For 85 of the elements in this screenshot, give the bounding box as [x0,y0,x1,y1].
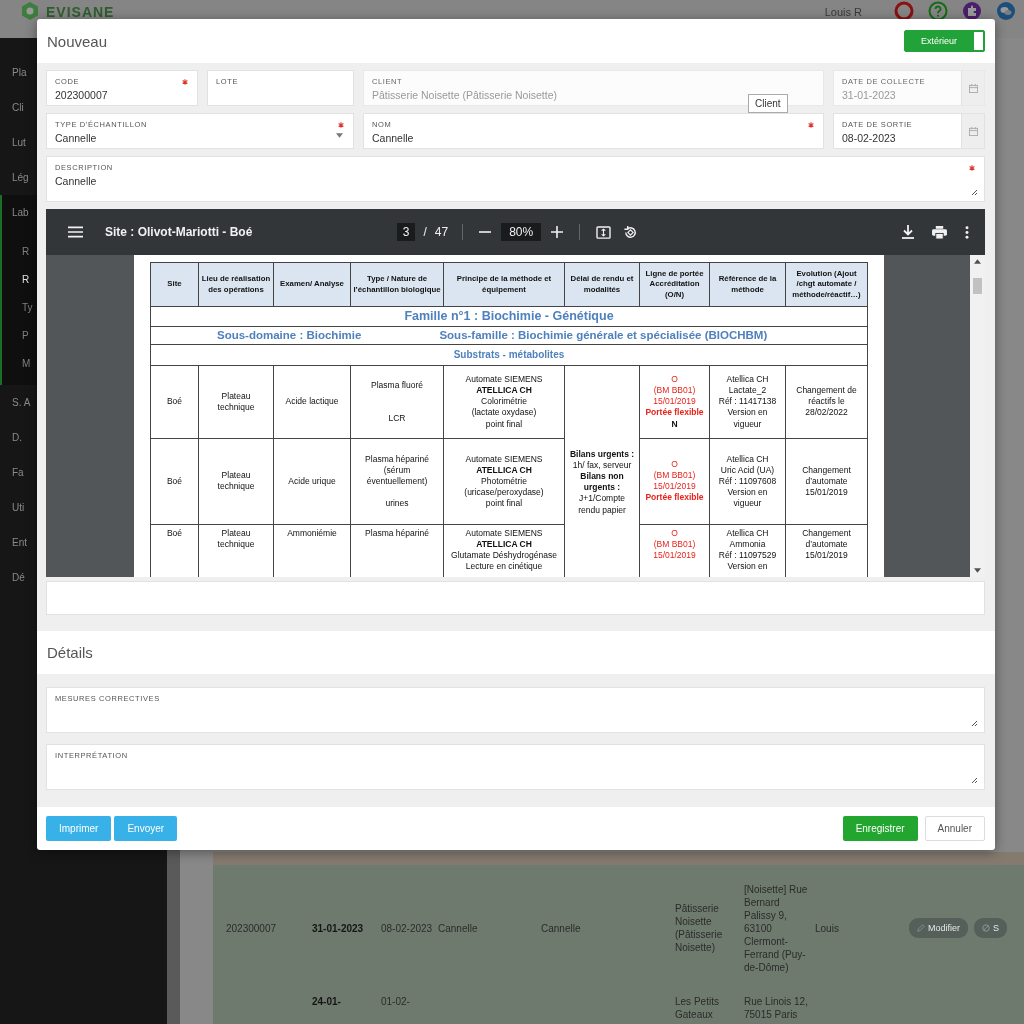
pencil-icon [917,924,925,932]
fit-page-button[interactable] [594,223,614,241]
field-value: 202300007 [55,89,109,101]
subdomain-heading: Sous-domaine : Biochimie [217,328,362,343]
zoom-in-button[interactable] [549,224,566,240]
table-cell: Boé [150,365,199,439]
field-value: Cannelle [55,132,98,144]
logo-icon [20,1,40,21]
table-cell-text: 202300007 [226,921,278,935]
resize-grip-icon [970,776,978,784]
table-cell: Changement de réactifs le 28/02/2022 [785,365,868,439]
table-cell-text: Cannelle [438,921,479,935]
resize-grip-icon [970,188,978,196]
more-icon [965,225,969,239]
table-cell-text: Rue Linois 12, 75015 Paris [744,995,809,1021]
rotate-icon [623,224,639,240]
table-cell: Acide lactique [273,365,351,439]
section-title: Détails [47,644,93,661]
table-cell: Boé [150,438,199,525]
table-cell: Plasma fluoré LCR [350,365,444,439]
page-separator: / [423,225,427,239]
table-cell: Changement d’automate 15/01/2019 [785,438,868,525]
table-cell: Atellica CH Uric Acid (UA) Réf : 11097608 Version en vigueur [709,438,786,525]
subdomain-heading: Sous-famille : Biochimie générale et spécialisée (BIOCHBM) [439,328,768,343]
chat-icon[interactable] [996,1,1016,21]
minus-icon [479,231,492,233]
table-cell-text: Cannelle [541,921,582,935]
menu-icon [68,226,83,238]
field-value: Pâtisserie Noisette (Pâtisserie Noisette) [372,89,558,101]
resize-grip-icon [970,719,978,727]
zoom-out-button[interactable] [477,229,494,235]
table-cell-text: Louis [815,921,840,935]
table-cell-text: 08-02-2023 [381,921,434,935]
plus-icon [551,226,564,238]
disable-button[interactable]: S [974,918,1008,938]
section-heading: Substrats - métabolites [453,349,565,361]
menu-button[interactable] [66,224,85,240]
table-cell-text: Pâtisserie Noisette (Pâtisserie Noisette) [675,902,724,954]
scroll-up-icon[interactable] [974,259,981,264]
field-value: 08-02-2023 [842,132,897,144]
download-icon [902,225,914,239]
logo-text: EVISANE [46,4,115,20]
scroll-thumb[interactable] [973,278,982,294]
table-cell: Acide urique [273,438,351,525]
table-cell: Plasma hépariné (sérum éventuellement) urines [350,438,444,525]
ban-icon [982,924,990,932]
print-icon [932,225,947,239]
table-cell-text: [Noisette] Rue Bernard Palissy 9, 63100 Clermont-Ferrand (Puy-de-Dôme) [744,882,809,974]
page-number-field[interactable]: 3 [396,223,416,241]
page-count: 47 [434,225,449,239]
ring-icon[interactable] [894,1,914,21]
fit-page-icon [596,225,612,239]
table-row[interactable]: 24-01- 01-02- Les Petits Gateaux Rue Linois 12, 75015 Paris [213,991,1024,1024]
table-row[interactable]: 202300007 31-01-2023 08-02-2023 Cannelle Cannelle Pâtisserie Noisette (Pâtisserie Noisette) [Noisette] Rue Bernard Palissy 9, 63100 Clermont-Ferrand (Puy-de-Dôme) Louis Modifier S [213,865,1024,991]
table-cell-text: 01-02- [381,995,411,1008]
calendar-icon [968,83,978,93]
table-cell: O (BM BB01) 15/01/2019 Portée flexible [639,438,710,525]
exterior-toggle[interactable]: Extérieur [904,30,985,52]
edit-button[interactable]: Modifier [909,918,968,938]
field-value: Cannelle [55,175,98,187]
field-value: Cannelle [372,132,415,144]
field-value: 31-01-2023 [842,89,897,101]
scroll-down-icon[interactable] [974,568,981,573]
zoom-field[interactable]: 80% [501,223,542,241]
table-cell: Plateau technique [198,438,274,525]
puzzle-icon[interactable] [962,1,982,21]
caret-icon [336,133,343,138]
table-cell: Plateau technique [198,365,274,439]
table-cell: Automate SIEMENS ATELLICA CH Colorimétrie (lactate oxydase) point final [443,365,565,439]
download-button[interactable] [900,223,916,241]
help-icon[interactable] [928,1,948,21]
table-cell-text: 31-01-2023 [312,921,365,935]
tooltip: Client [748,94,788,113]
calendar-icon [968,126,978,136]
cancel-button[interactable]: Annuler [924,816,985,841]
table-cell-text: 24-01- [312,995,342,1008]
document-title: Site : Olivot-Mariotti - Boé [105,225,253,239]
save-button[interactable]: Enregistrer [842,816,918,841]
table-cell: Atellica CH Lactate_2 Réf : 11417138 Version en vigueur [709,365,786,439]
print-button[interactable] [930,223,949,241]
table-cell-text: Les Petits Gateaux [675,995,720,1021]
family-heading: Famille n°1 : Biochimie - Génétique [404,309,614,324]
table-cell: O (BM BB01) 15/01/2019 Portée flexible N [639,365,710,439]
input-field[interactable] [46,581,985,615]
dialog-title: Nouveau [47,32,108,50]
